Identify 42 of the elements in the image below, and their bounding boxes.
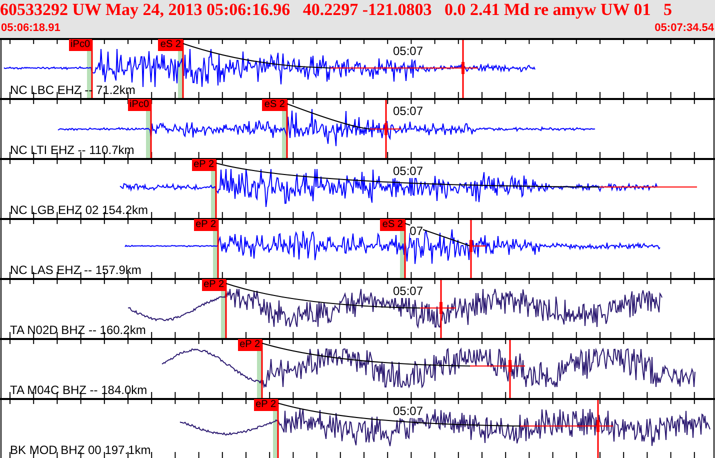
pick-line [277,400,279,458]
phase-pick-label[interactable]: eS 2 [158,39,183,51]
phase-pick-label[interactable]: eP 2 [194,219,218,231]
coda-end-marker [508,340,512,398]
coda-end-marker [596,400,600,458]
station-label: NC LAS EHZ -- 157.9km [10,264,142,277]
coda-end-marker [440,280,442,338]
station-label: TA M04C BHZ -- 184.0km [10,384,148,397]
station-label: NC LTI EHZ -- 110.7km [10,144,134,157]
station-label: NC LGB EHZ 02 154.2km [10,204,148,217]
pick-line [182,40,184,98]
phase-pick-label[interactable]: eP 2 [192,159,216,171]
coda-end-marker [470,220,472,278]
pick-line [150,100,152,158]
pick-line [261,340,263,398]
station-label: BK MOD BHZ 00 197.1km [10,444,151,457]
coda-end-marker [462,40,464,98]
phase-pick-label[interactable]: eP 2 [202,279,226,291]
pick-line [286,100,288,158]
time-label: 05:07 [392,165,423,178]
end-time: 05:07:34.54 [654,21,714,36]
time-label: 05:07 [392,405,423,418]
phase-pick-label[interactable]: eS 2 [262,99,287,111]
pick-line [215,160,217,218]
coda-level-line [370,128,402,130]
phase-pick-label[interactable]: eS 2 [380,219,405,231]
time-label: 05:07 [392,105,423,118]
time-label: 05:07 [392,285,423,298]
station-label: TA N02D BHZ -- 160.2km [10,324,146,337]
pick-line [404,220,406,278]
phase-pick-label[interactable]: iPc0 [128,99,151,111]
pick-line [225,280,227,338]
pick-line [217,220,219,278]
time-label: 07 [410,225,423,238]
start-time: 05:06:18.91 [1,21,60,36]
event-title: 60533292 UW May 24, 2013 05:06:16.96 40.2297 -121.0803 0.0 2.41 Md re amyw UW 01 5 [0,0,672,20]
pick-line [91,40,93,98]
phase-pick-label[interactable]: eP 2 [254,399,278,411]
phase-pick-label[interactable]: eP 2 [238,339,262,351]
time-label: 05:07 [392,45,423,58]
phase-pick-label[interactable]: iPc0 [68,39,92,51]
coda-end-marker [384,100,388,158]
